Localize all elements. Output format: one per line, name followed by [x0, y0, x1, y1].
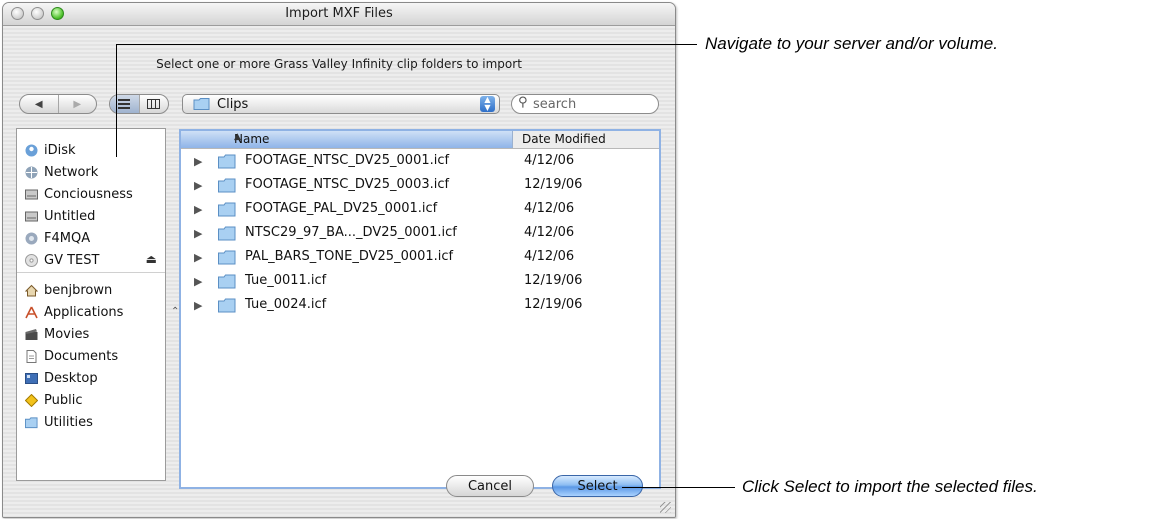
view-mode-control [109, 94, 169, 114]
desktop-icon [25, 372, 38, 384]
folder-icon [218, 154, 236, 169]
file-row[interactable]: ▶ FOOTAGE_NTSC_DV25_0001.icf 4/12/06 [181, 150, 659, 174]
sidebar-item-public[interactable]: Public [25, 389, 163, 411]
disclosure-triangle-icon[interactable]: ▶ [194, 275, 202, 288]
back-button[interactable]: ◀ [20, 95, 58, 113]
home-icon [25, 284, 38, 296]
public-icon [25, 393, 38, 407]
folder-icon [193, 98, 210, 110]
file-row[interactable]: ▶ PAL_BARS_TONE_DV25_0001.icf 4/12/06 [181, 246, 659, 270]
list-view-button[interactable] [110, 95, 139, 113]
navigate-callout: Navigate to your server and/or volume. [705, 34, 998, 53]
select-callout: Click Select to import the selected file… [742, 477, 1038, 496]
sidebar-divider [17, 272, 165, 273]
sidebar-item-applications[interactable]: Applications [25, 301, 163, 323]
sidebar-item-documents[interactable]: Documents [25, 345, 163, 367]
folder-icon [218, 226, 236, 241]
disc-icon [25, 253, 38, 267]
sidebar-item-network[interactable]: Network [25, 161, 163, 183]
select-button[interactable]: Select [552, 475, 643, 497]
navigate-callout-leader [116, 44, 117, 157]
eject-icon[interactable]: ⏏ [146, 252, 157, 266]
sidebar-item-gv-test[interactable]: GV TEST ⏏ [25, 249, 163, 271]
sidebar-item-utilities[interactable]: Utilities [25, 411, 163, 433]
file-row[interactable]: ▶ NTSC29_97_BA..._DV25_0001.icf 4/12/06 [181, 222, 659, 246]
movies-icon [25, 328, 38, 340]
column-view-icon [147, 99, 161, 109]
disclosure-triangle-icon[interactable]: ▶ [194, 251, 202, 264]
disclosure-triangle-icon[interactable]: ▶ [194, 299, 202, 312]
folder-icon [25, 416, 38, 428]
dialog-prompt: Select one or more Grass Valley Infinity… [156, 57, 522, 71]
disclosure-triangle-icon[interactable]: ▶ [194, 203, 202, 216]
folder-icon [218, 250, 236, 265]
network-icon [25, 166, 38, 178]
file-row[interactable]: ▶ Tue_0024.icf 12/19/06 [181, 294, 659, 318]
column-header: Name ▲ Date Modified [181, 131, 659, 149]
sidebar-item-benjbrown[interactable]: benjbrown [25, 279, 163, 301]
magnifier-icon: ⚲ [518, 95, 528, 110]
sort-ascending-icon: ▲ [234, 132, 241, 142]
import-dialog: Import MXF Files Select one or more Gras… [2, 2, 676, 518]
select-callout-line [622, 487, 735, 488]
search-input[interactable] [533, 97, 643, 112]
disclosure-triangle-icon[interactable]: ▶ [194, 227, 202, 240]
search-field[interactable]: ⚲ [511, 94, 659, 114]
sidebar-item-desktop[interactable]: Desktop [25, 367, 163, 389]
forward-button[interactable]: ▶ [57, 95, 97, 113]
sidebar-item-untitled[interactable]: Untitled [25, 205, 163, 227]
file-list: Name ▲ Date Modified ▶ FOOTAGE_NTSC_DV25… [179, 129, 661, 489]
cancel-button[interactable]: Cancel [446, 475, 534, 497]
location-label: Clips [217, 97, 249, 112]
dialog-body: Select one or more Grass Valley Infinity… [3, 26, 675, 517]
window-title: Import MXF Files [285, 6, 393, 21]
date-column-header[interactable]: Date Modified [522, 132, 606, 146]
sidebar: iDisk Network Conciousness Untitled F4MQ… [16, 128, 166, 481]
idisk-icon [25, 144, 38, 156]
file-row[interactable]: ▶ FOOTAGE_NTSC_DV25_0003.icf 12/19/06 [181, 174, 659, 198]
sidebar-item-idisk[interactable]: iDisk [25, 139, 163, 161]
file-row[interactable]: ▶ FOOTAGE_PAL_DV25_0001.icf 4/12/06 [181, 198, 659, 222]
folder-icon [218, 298, 236, 313]
sidebar-item-conciousness[interactable]: Conciousness [25, 183, 163, 205]
disclosure-triangle-icon[interactable]: ▶ [194, 179, 202, 192]
file-row[interactable]: ▶ Tue_0011.icf 12/19/06 [181, 270, 659, 294]
location-popup[interactable]: Clips ▲ ▼ [182, 94, 500, 114]
applications-icon [25, 306, 38, 318]
back-arrow-icon: ◀ [34, 98, 43, 110]
folder-icon [218, 202, 236, 217]
navigate-callout-line [116, 44, 697, 45]
disclosure-triangle-icon[interactable]: ▶ [194, 155, 202, 168]
forward-arrow-icon: ▶ [73, 98, 82, 110]
title-bar[interactable]: Import MXF Files [3, 3, 675, 26]
back-forward-control: ◀ ▶ [19, 94, 97, 114]
hard-drive-icon [25, 211, 38, 221]
resize-grip-icon[interactable] [660, 502, 671, 513]
list-view-icon [118, 99, 131, 109]
updown-arrows-icon: ▲ ▼ [480, 96, 495, 112]
documents-icon [26, 349, 37, 363]
sidebar-item-movies[interactable]: Movies [25, 323, 163, 345]
folder-icon [218, 274, 236, 289]
sidebar-item-f4mqa[interactable]: F4MQA [25, 227, 163, 249]
hard-drive-icon [25, 189, 38, 199]
name-column-header[interactable]: Name ▲ [181, 131, 513, 148]
folder-icon [218, 178, 236, 193]
column-view-button[interactable] [138, 95, 169, 113]
network-volume-icon [25, 232, 38, 244]
